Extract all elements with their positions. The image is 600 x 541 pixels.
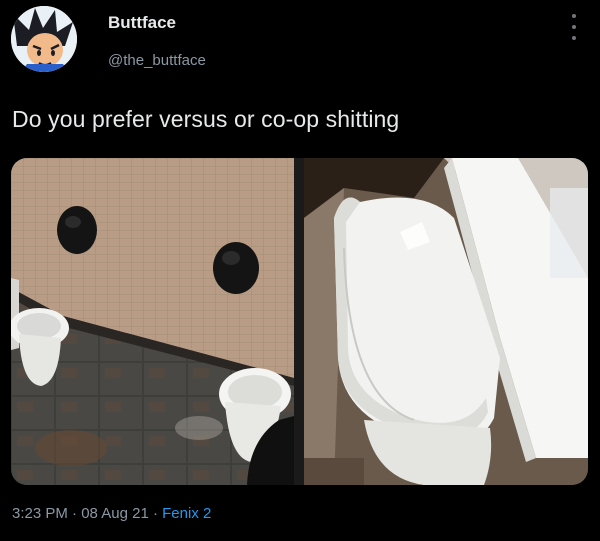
meta-separator: · [152, 505, 158, 522]
tweet-text: Do you prefer versus or co-op shitting [12, 106, 400, 132]
photo-left[interactable] [11, 158, 294, 485]
photo-right[interactable] [304, 158, 588, 485]
dot [572, 36, 576, 40]
author-display-name[interactable]: Buttface [108, 13, 176, 33]
bathroom-two-toilets-image [11, 158, 294, 485]
tweet-date[interactable]: 08 Aug 21 [81, 505, 149, 522]
author-handle[interactable]: @the_buttface [108, 52, 206, 69]
cartoon-avatar-icon [11, 6, 77, 72]
tweet-card: Buttface @the_buttface Do you prefer ver… [0, 0, 600, 541]
tweet-meta: 3:23 PM · 08 Aug 21 · Fenix 2 [12, 505, 211, 522]
toilet-closeup-image [304, 158, 588, 485]
tweet-time[interactable]: 3:23 PM [12, 505, 68, 522]
dot [572, 25, 576, 29]
meta-separator: · [72, 505, 78, 522]
tweet-source-link[interactable]: Fenix 2 [162, 505, 211, 522]
more-options-icon[interactable] [568, 14, 580, 40]
tweet-media[interactable] [11, 158, 588, 485]
dot [572, 14, 576, 18]
avatar[interactable] [11, 6, 77, 72]
